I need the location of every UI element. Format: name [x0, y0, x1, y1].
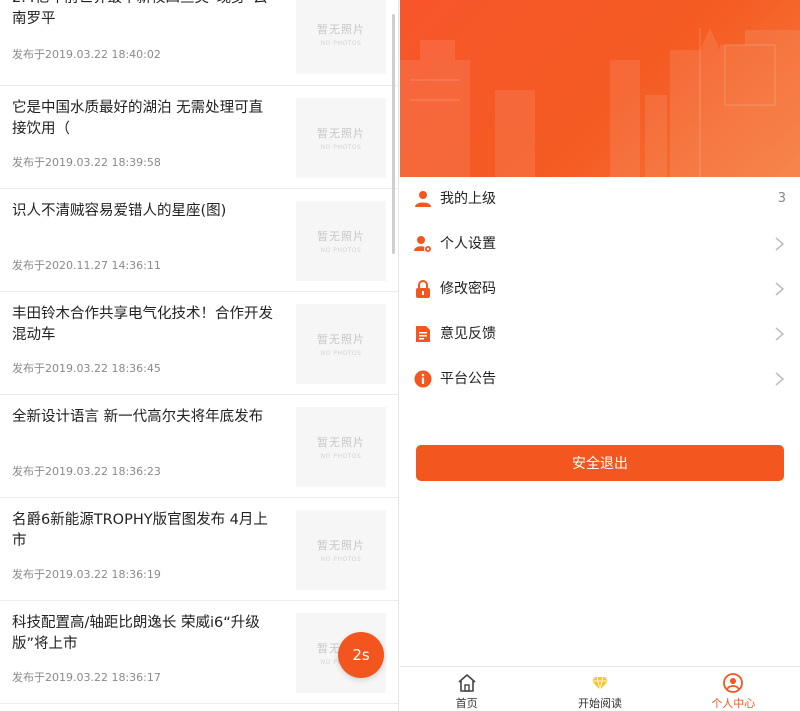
- tab-label: 个人中心: [711, 697, 756, 710]
- user-icon: [415, 191, 431, 207]
- home-icon: [458, 674, 476, 692]
- thumbnail-placeholder-subtext: NO PHOTOS: [320, 350, 362, 357]
- news-thumbnail: 暂无照片 NO PHOTOS: [296, 201, 386, 281]
- tab-home[interactable]: 首页: [400, 667, 533, 711]
- tab-label: 开始阅读: [577, 697, 622, 710]
- diamond-icon: [591, 676, 608, 691]
- news-title: 它是中国水质最好的湖泊 无需处理可直接饮用（: [12, 100, 264, 137]
- news-item[interactable]: 全新设计语言 新一代高尔夫将年底发布 发布于2019.03.22 18:36:2…: [0, 395, 398, 498]
- news-title: 科技配置高/轴距比朗逸长 荣威i6“升级版”将上市: [12, 615, 260, 652]
- bottom-tab-bar: 首页 开始阅读 个人中心: [400, 666, 800, 711]
- countdown-timer-button[interactable]: 2s: [338, 632, 384, 678]
- menu-item-my-superior[interactable]: 我的上级 3: [400, 177, 800, 222]
- menu-label: 个人设置: [440, 236, 496, 252]
- user-settings-icon: [414, 236, 432, 253]
- news-item[interactable]: 名爵6新能源TROPHY版官图发布 4月上市 发布于2019.03.22 18:…: [0, 498, 398, 601]
- news-thumbnail: 暂无照片 NO PHOTOS: [296, 407, 386, 487]
- thumbnail-placeholder-text: 暂无照片: [317, 127, 365, 140]
- news-date: 发布于2019.03.22 18:39:58: [12, 156, 161, 169]
- tab-start-reading[interactable]: 开始阅读: [533, 667, 666, 711]
- menu-item-personal-settings[interactable]: 个人设置: [400, 222, 800, 267]
- news-date: 发布于2019.03.22 18:36:19: [12, 568, 161, 581]
- menu-label: 修改密码: [440, 281, 496, 297]
- chevron-right-icon: [775, 327, 784, 341]
- news-date: 发布于2019.03.22 18:40:02: [12, 48, 161, 61]
- profile-banner: [400, 0, 800, 177]
- thumbnail-placeholder-subtext: NO PHOTOS: [320, 556, 362, 563]
- news-panel: 2.4亿年前世界最早新校四鱼类“现身”云南罗平 发布于2019.03.22 18…: [0, 0, 399, 711]
- news-date: 发布于2019.03.22 18:36:45: [12, 362, 161, 375]
- person-icon: [723, 673, 744, 693]
- news-item[interactable]: 识人不清贼容易爱错人的星座(图) 发布于2020.11.27 14:36:11 …: [0, 189, 398, 292]
- news-item[interactable]: 它是中国水质最好的湖泊 无需处理可直接饮用（ 发布于2019.03.22 18:…: [0, 86, 398, 189]
- news-thumbnail: 暂无照片 NO PHOTOS: [296, 510, 386, 590]
- logout-button[interactable]: 安全退出: [416, 445, 784, 481]
- thumbnail-placeholder-text: 暂无照片: [317, 23, 365, 36]
- menu-label: 我的上级: [440, 191, 496, 207]
- thumbnail-placeholder-subtext: NO PHOTOS: [320, 247, 362, 254]
- info-icon: [414, 370, 432, 388]
- news-thumbnail: 暂无照片 NO PHOTOS: [296, 0, 386, 74]
- news-title: 2.4亿年前世界最早新校四鱼类“现身”云南罗平: [12, 0, 268, 27]
- scrollbar[interactable]: [392, 14, 395, 254]
- profile-menu: 我的上级 3 个人设置 修改密码 意见反馈 平台公告: [400, 177, 800, 402]
- lock-icon: [416, 280, 430, 298]
- menu-item-announcements[interactable]: 平台公告: [400, 357, 800, 402]
- menu-item-change-password[interactable]: 修改密码: [400, 267, 800, 312]
- thumbnail-placeholder-text: 暂无照片: [317, 539, 365, 552]
- news-title: 丰田铃木合作共享电气化技术！合作开发混动车: [12, 306, 273, 343]
- news-item[interactable]: 丰田铃木合作共享电气化技术！合作开发混动车 发布于2019.03.22 18:3…: [0, 292, 398, 395]
- thumbnail-placeholder-subtext: NO PHOTOS: [320, 40, 362, 47]
- menu-item-feedback[interactable]: 意见反馈: [400, 312, 800, 357]
- profile-panel: 我的上级 3 个人设置 修改密码 意见反馈 平台公告 安全退出 首页 开始阅读 …: [400, 0, 800, 711]
- news-date: 发布于2019.03.22 18:36:17: [12, 671, 161, 684]
- thumbnail-placeholder-text: 暂无照片: [317, 333, 365, 346]
- news-thumbnail: 暂无照片 NO PHOTOS: [296, 98, 386, 178]
- thumbnail-placeholder-text: 暂无照片: [317, 436, 365, 449]
- menu-value: 3: [777, 191, 786, 206]
- news-title: 识人不清贼容易爱错人的星座(图): [12, 203, 227, 219]
- news-thumbnail: 暂无照片 NO PHOTOS: [296, 304, 386, 384]
- news-title: 全新设计语言 新一代高尔夫将年底发布: [12, 409, 264, 425]
- chevron-right-icon: [775, 282, 784, 296]
- chevron-right-icon: [775, 372, 784, 386]
- menu-label: 平台公告: [440, 371, 496, 387]
- thumbnail-placeholder-subtext: NO PHOTOS: [320, 453, 362, 460]
- news-title: 名爵6新能源TROPHY版官图发布 4月上市: [12, 512, 268, 549]
- tab-personal-center[interactable]: 个人中心: [667, 667, 800, 711]
- news-date: 发布于2019.03.22 18:36:23: [12, 465, 161, 478]
- menu-label: 意见反馈: [440, 326, 496, 342]
- thumbnail-placeholder-text: 暂无照片: [317, 230, 365, 243]
- news-item[interactable]: 2.4亿年前世界最早新校四鱼类“现身”云南罗平 发布于2019.03.22 18…: [0, 0, 398, 86]
- tab-label: 首页: [455, 697, 478, 710]
- news-date: 发布于2020.11.27 14:36:11: [12, 259, 161, 272]
- feedback-icon: [416, 326, 430, 342]
- news-list: 2.4亿年前世界最早新校四鱼类“现身”云南罗平 发布于2019.03.22 18…: [0, 0, 398, 704]
- chevron-right-icon: [775, 237, 784, 251]
- city-skyline-illustration: [400, 28, 800, 177]
- thumbnail-placeholder-subtext: NO PHOTOS: [320, 144, 362, 151]
